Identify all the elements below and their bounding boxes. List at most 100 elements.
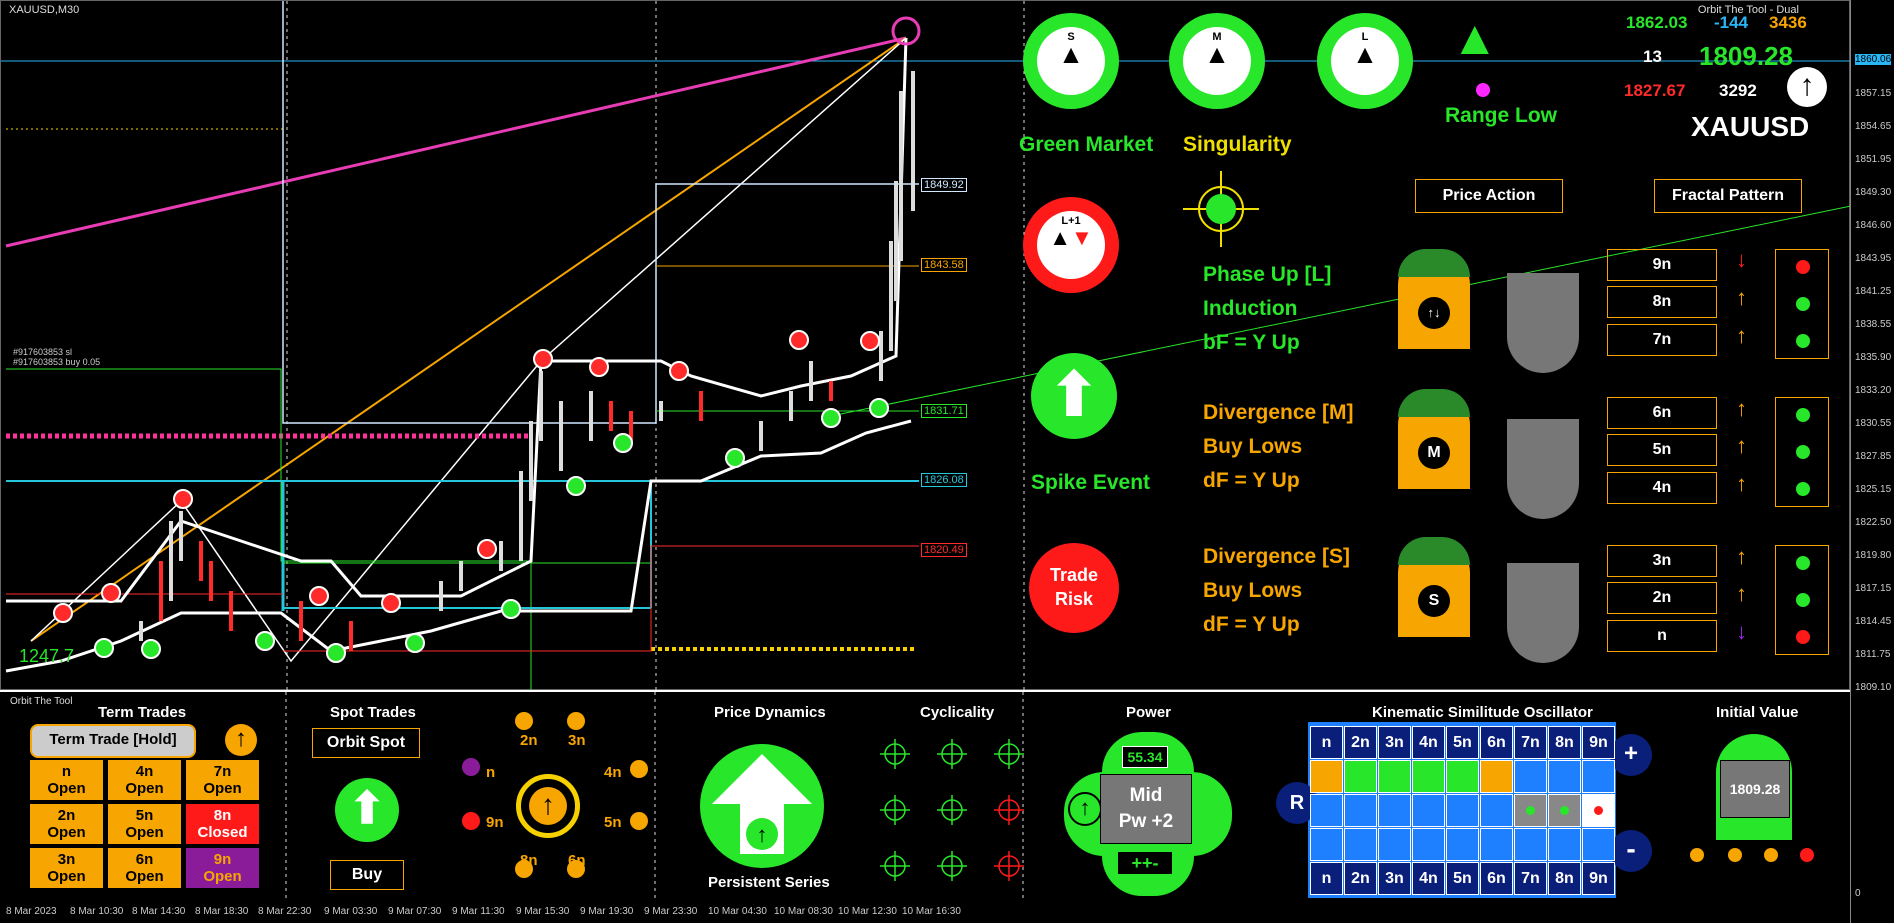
status-dot — [1800, 848, 1814, 862]
kso-header: 5n — [1446, 726, 1479, 759]
term-cell-2n[interactable]: 2n Open — [30, 804, 103, 844]
n-box-3n[interactable]: 3n — [1607, 545, 1717, 577]
gauge-m[interactable]: M ▲ — [1169, 13, 1265, 109]
time-tick: 10 Mar 04:30 — [708, 906, 767, 917]
n-box-7n[interactable]: 7n — [1607, 324, 1717, 356]
kso-cell — [1582, 760, 1615, 793]
orbit-spot-button[interactable]: Orbit Spot — [312, 728, 420, 758]
kso-header: 2n — [1344, 726, 1377, 759]
kso-footer: n — [1310, 862, 1343, 895]
kso-cell — [1480, 760, 1513, 793]
time-tick: 8 Mar 10:30 — [70, 906, 124, 917]
green-market-label: Green Market — [1019, 133, 1154, 156]
kso-footer: 8n — [1548, 862, 1581, 895]
time-tick: 9 Mar 15:30 — [516, 906, 570, 917]
stat-delta: -144 — [1714, 13, 1749, 32]
up-arrow-icon: ↑ — [1736, 544, 1747, 569]
order-sl-label: #917603853 sl — [13, 347, 73, 357]
trade-risk-line1: Trade — [1049, 565, 1099, 585]
n-box-2n[interactable]: 2n — [1607, 582, 1717, 614]
term-cell-n[interactable]: n Open — [30, 760, 103, 800]
price-chart[interactable]: XAUUSD,M30 Orbit The Tool - Dual #917603… — [0, 0, 1851, 691]
signal-box-m — [1775, 397, 1829, 507]
price-action-button[interactable]: Price Action — [1415, 179, 1563, 213]
phase-l-line1: Phase Up [L] — [1203, 263, 1332, 286]
price-tick: 1849.30 — [1855, 187, 1892, 198]
n-box-8n[interactable]: 8n — [1607, 286, 1717, 318]
orbit-label-2n: 2n — [520, 732, 538, 749]
term-trade-hold-button[interactable]: Term Trade [Hold] — [30, 724, 196, 758]
up-down-icon: ↑↓ — [1418, 297, 1450, 329]
kso-plus-button[interactable]: + — [1610, 734, 1652, 776]
n-box-6n[interactable]: 6n — [1607, 397, 1717, 429]
orbit-ring[interactable]: ↑ — [516, 774, 580, 838]
up-triangle-icon: ▲ — [1451, 12, 1499, 65]
kso-cell — [1310, 794, 1343, 827]
term-cell-n-status: Open — [47, 780, 86, 797]
kso-cell — [1310, 828, 1343, 861]
term-cell-7n[interactable]: 7n Open — [186, 760, 259, 800]
fractal-pattern-button[interactable]: Fractal Pattern — [1654, 179, 1802, 213]
price-tick: 0 — [1855, 888, 1861, 899]
gauge-l[interactable]: L ▲ — [1317, 13, 1413, 109]
initial-price: 1809.28 — [1720, 760, 1790, 818]
term-cell-4n-label: 4n — [135, 763, 154, 780]
orbit-label-n: n — [486, 764, 496, 781]
orbit-label-5n: 5n — [604, 814, 622, 831]
n-box-n[interactable]: n — [1607, 620, 1717, 652]
kso-cell — [1310, 760, 1343, 793]
kso-cell — [1412, 794, 1445, 827]
black-arrow-icon: ▲ — [1049, 225, 1071, 250]
kso-minus-button[interactable]: - — [1610, 830, 1652, 872]
term-cell-6n[interactable]: 6n Open — [108, 848, 181, 888]
kso-title: Kinematic Similitude Oscillator — [1372, 704, 1593, 721]
price-tick: 1814.45 — [1855, 616, 1892, 627]
kso-cell — [1446, 828, 1479, 861]
price-axis[interactable]: 1860.06 1857.15 1854.65 1851.95 1849.30 … — [1850, 0, 1894, 923]
price-tick: 1841.25 — [1855, 286, 1892, 297]
orbit-label-4n: 4n — [604, 764, 622, 781]
kso-footer: 4n — [1412, 862, 1445, 895]
term-cell-5n[interactable]: 5n Open — [108, 804, 181, 844]
stat-low: 1827.67 — [1624, 81, 1686, 100]
time-tick: 9 Mar 19:30 — [580, 906, 634, 917]
term-cell-7n-status: Open — [203, 780, 242, 797]
up-arrow-icon: ↑ — [1787, 67, 1827, 107]
term-cell-3n[interactable]: 3n Open — [30, 848, 103, 888]
crosshair-icon — [1183, 171, 1259, 247]
gauge-s[interactable]: S ▲ — [1023, 13, 1119, 109]
term-cell-6n-status: Open — [125, 868, 164, 885]
term-cell-8n-status: Closed — [197, 824, 248, 841]
time-tick: 8 Mar 22:30 — [258, 906, 312, 917]
time-tick: 8 Mar 18:30 — [195, 906, 249, 917]
kso-cell — [1378, 828, 1411, 861]
n-box-9n[interactable]: 9n — [1607, 249, 1717, 281]
spike-up-icon: ⬆ — [1031, 353, 1117, 439]
kso-header: 9n — [1582, 726, 1615, 759]
term-cell-3n-status: Open — [47, 868, 86, 885]
phase-m-line3: dF = Y Up — [1203, 469, 1300, 492]
kso-footer: 2n — [1344, 862, 1377, 895]
kso-header: 3n — [1378, 726, 1411, 759]
gauge-l1[interactable]: L+1 ▲▼ — [1023, 197, 1119, 293]
term-cell-9n[interactable]: 9n Open — [186, 848, 259, 888]
price-tick: 1860.06 — [1855, 54, 1892, 65]
term-cell-8n[interactable]: 8n Closed — [186, 804, 259, 844]
n-box-5n[interactable]: 5n — [1607, 434, 1717, 466]
power-sign: ++- — [1118, 852, 1172, 874]
term-cell-4n[interactable]: 4n Open — [108, 760, 181, 800]
buy-button[interactable]: Buy — [330, 860, 404, 890]
price-tick: 1817.15 — [1855, 583, 1892, 594]
price-tick: 1827.85 — [1855, 451, 1892, 462]
stat-range: 3436 — [1769, 13, 1807, 32]
kso-cell — [1480, 794, 1513, 827]
price-tick: 1809.10 — [1855, 682, 1892, 693]
phase-s-line1: Divergence [S] — [1203, 545, 1351, 568]
up-arrow-icon: ↑ — [1736, 581, 1747, 606]
n-box-4n[interactable]: 4n — [1607, 472, 1717, 504]
up-arrow-icon: ↑ — [1736, 433, 1747, 458]
phase-m-house: M — [1398, 389, 1470, 489]
term-cell-3n-label: 3n — [57, 851, 76, 868]
phase-m-line2: Buy Lows — [1203, 435, 1303, 458]
trade-risk-badge[interactable]: Trade Risk — [1029, 543, 1119, 633]
